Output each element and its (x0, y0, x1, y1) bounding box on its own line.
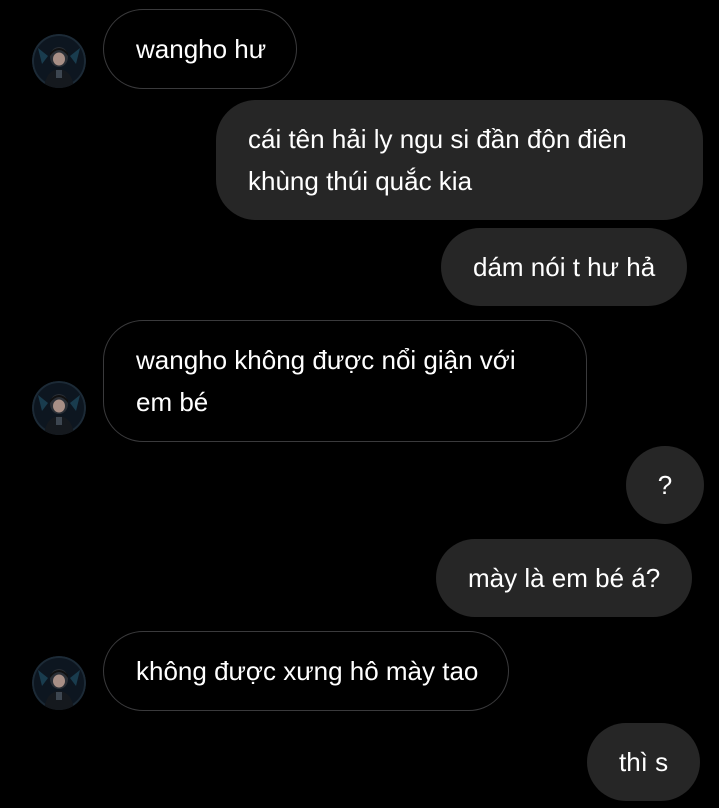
outgoing-message[interactable]: thì s (587, 723, 701, 801)
outgoing-message[interactable]: dám nói t hư hả (441, 228, 688, 306)
contact-avatar[interactable] (32, 34, 86, 88)
avatar-photo-icon (32, 34, 86, 88)
outgoing-message[interactable]: ? (626, 446, 704, 524)
outgoing-message[interactable]: mày là em bé á? (436, 539, 693, 617)
contact-avatar[interactable] (32, 381, 86, 435)
incoming-message[interactable]: không được xưng hô mày tao (103, 631, 510, 711)
avatar-photo-icon (32, 656, 86, 710)
avatar-photo-icon (32, 381, 86, 435)
contact-avatar[interactable] (32, 656, 86, 710)
incoming-message[interactable]: wangho không được nổi giận với em bé (103, 320, 587, 442)
incoming-message[interactable]: wangho hư (103, 9, 298, 89)
outgoing-message[interactable]: cái tên hải ly ngu si đần độn điên khùng… (216, 100, 703, 220)
message-thread: wangho hư cái tên hải ly ngu si đần độn … (0, 0, 719, 808)
